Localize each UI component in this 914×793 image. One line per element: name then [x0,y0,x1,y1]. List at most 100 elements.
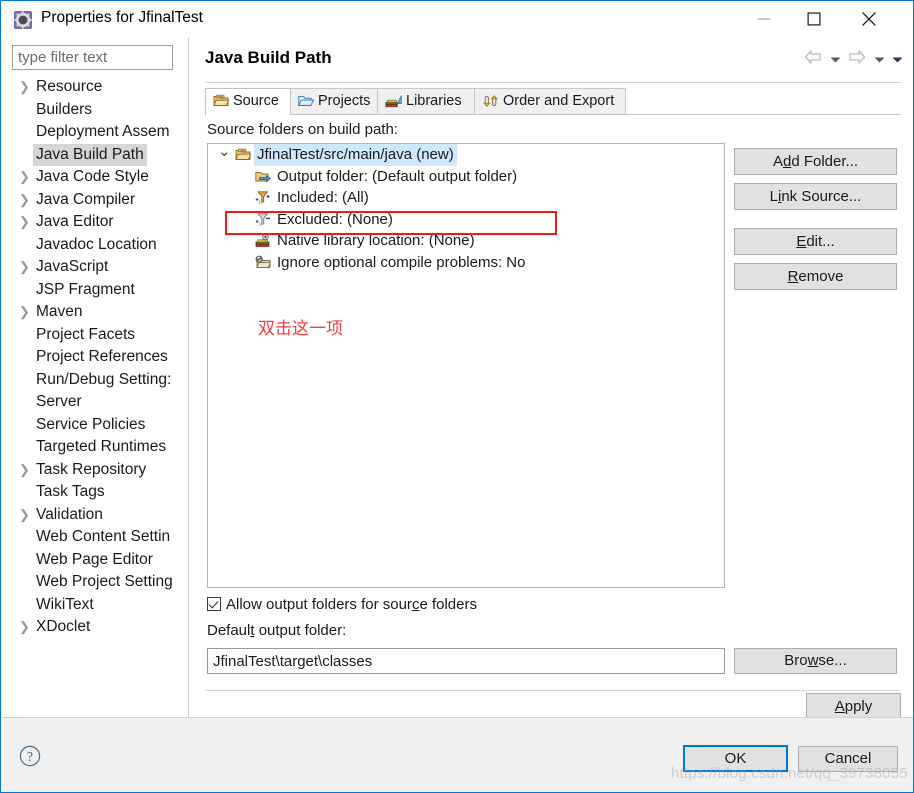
sidebar-item-label: Server [36,393,82,410]
sidebar-item-xdoclet[interactable]: ❯ XDoclet [2,616,188,639]
sidebar-item-label: Deployment Assem [36,123,170,140]
maximize-button[interactable] [791,1,837,37]
help-question-icon[interactable]: ? [19,745,41,767]
page-navigation [801,50,903,72]
sidebar-item-task-repository[interactable]: ❯ Task Repository [2,459,188,482]
sidebar-item-resource[interactable]: ❯ Resource [2,76,188,99]
apply-separator [205,690,901,691]
properties-dialog: Properties for JfinalTest ❯ Resource Build… [0,0,914,793]
tab-projects[interactable]: Projects [290,88,378,114]
allow-output-folders-row[interactable]: Allow output folders for source folders [207,596,477,613]
sidebar-item-label: Targeted Runtimes [36,438,167,455]
tree-row[interactable]: 1 Included: (All) [208,187,724,209]
sidebar-item-java-code-style[interactable]: ❯ Java Code Style [2,166,188,189]
back-arrow-icon[interactable] [804,50,822,69]
sidebar-item-builders[interactable]: Builders [2,99,188,122]
sidebar-item-server[interactable]: Server [2,391,188,414]
tree-row[interactable]: 1 Excluded: (None) [208,209,724,231]
sidebar-item-label: JavaScript [36,258,109,275]
sidebar-item-javascript[interactable]: ❯ JavaScript [2,256,188,279]
forward-arrow-icon[interactable] [848,50,866,69]
sidebar-item-label: Builders [36,100,92,118]
chevron-right-icon[interactable]: ❯ [19,459,30,482]
sidebar-item-java-editor[interactable]: ❯ Java Editor [2,211,188,234]
tree-row[interactable]: Ignore optional compile problems: No [208,252,724,274]
chevron-right-icon[interactable]: ❯ [19,256,30,279]
default-output-folder-input[interactable] [207,648,725,674]
tab-source[interactable]: Source [205,88,291,115]
sidebar-item-label: Validation [36,505,103,523]
sidebar-item-java-build-path[interactable]: Java Build Path [2,143,188,166]
sidebar-item-maven[interactable]: ❯ Maven [2,301,188,324]
sidebar-item-label: Web Page Editor [36,550,153,568]
settings-tree[interactable]: ❯ Resource Builders Deployment Assem Java Bu… [2,76,188,701]
sidebar-item-label: Java Editor [36,213,114,230]
page-menu-icon[interactable] [892,51,903,69]
chevron-right-icon[interactable]: ❯ [19,301,30,324]
chevron-right-icon[interactable]: ❯ [19,504,30,527]
header-separator [205,82,901,83]
default-output-folder-label: Default output folder: [207,622,347,639]
page-title: Java Build Path [205,48,332,67]
properties-gear-icon [13,10,33,30]
sidebar-item-targeted-runtimes[interactable]: Targeted Runtimes [2,436,188,459]
remove-button[interactable]: Remove [734,263,897,290]
link-source-button[interactable]: Link Source... [734,183,897,210]
sidebar-item-service-policies[interactable]: Service Policies [2,414,188,437]
sidebar-item-java-compiler[interactable]: ❯ Java Compiler [2,189,188,212]
ok-button[interactable]: OK [683,745,788,772]
sidebar-item-jsp-fragment[interactable]: JSP Fragment [2,279,188,302]
sidebar-item-javadoc-location[interactable]: Javadoc Location [2,234,188,257]
tree-row-label: Ignore optional compile problems: No [277,253,526,271]
sidebar-item-run-debug-setting[interactable]: Run/Debug Setting: [2,369,188,392]
source-folders-label-text: Source folders on build path: [207,121,398,138]
minimize-button[interactable] [741,1,787,37]
source-folders-tree[interactable]: ⌄ JfinalTest/src/main/java (new) Output fo… [207,143,725,588]
edit-button[interactable]: Edit... [734,228,897,255]
sidebar-item-task-tags[interactable]: Task Tags [2,481,188,504]
chevron-right-icon[interactable]: ❯ [19,616,30,639]
forward-dropdown-icon[interactable] [874,51,885,69]
sidebar-item-label: Task Tags [36,483,105,500]
annotation-text: 双击这一项 [258,319,343,339]
tab-label: Projects [318,93,371,109]
sidebar-item-web-page-editor[interactable]: Web Page Editor [2,549,188,572]
apply-button[interactable]: Apply [806,693,901,720]
back-dropdown-icon[interactable] [830,51,841,69]
allow-output-folders-checkbox[interactable] [207,597,221,611]
sidebar-item-validation[interactable]: ❯ Validation [2,504,188,527]
sidebar-item-label: Web Project Setting [36,573,173,590]
sidebar-item-label: JSP Fragment [36,280,135,298]
sidebar-item-label: Java Code Style [36,168,149,185]
sidebar-item-label: WikiText [36,595,94,613]
sidebar-item-web-project-setting[interactable]: Web Project Setting [2,571,188,594]
sidebar-item-web-content-settin[interactable]: Web Content Settin [2,526,188,549]
sidebar-item-deployment-assem[interactable]: Deployment Assem [2,121,188,144]
sidebar-item-project-facets[interactable]: Project Facets [2,324,188,347]
tab-libraries[interactable]: Libraries [377,88,475,114]
title-bar: Properties for JfinalTest [1,1,913,38]
tree-row[interactable]: Native library location: (None) [208,230,724,252]
sidebar-item-wikitext[interactable]: WikiText [2,594,188,617]
browse-button[interactable]: Browse... [734,648,897,674]
sidebar-item-label: Java Build Path [33,143,147,166]
add-folder-button[interactable]: Add Folder... [734,148,897,175]
close-button[interactable] [846,1,892,37]
tree-row[interactable]: Output folder: (Default output folder) [208,166,724,188]
chevron-down-icon[interactable]: ⌄ [218,144,231,163]
tree-row-label: JfinalTest/src/main/java (new) [254,144,457,166]
chevron-right-icon[interactable]: ❯ [19,189,30,212]
filter-input[interactable] [12,45,173,70]
sidebar-item-label: XDoclet [36,618,91,635]
sidebar-item-project-references[interactable]: Project References [2,346,188,369]
tab-order-and-export[interactable]: Order and Export [474,88,626,114]
cancel-button[interactable]: Cancel [798,746,898,772]
dialog-footer: ? OK Cancel [2,717,913,792]
window-title: Properties for JfinalTest [41,9,203,26]
sidebar-item-label: Web Content Settin [36,528,171,545]
chevron-right-icon[interactable]: ❯ [19,166,30,189]
java-build-path-page: Java Build Path Source Projects Librarie… [189,38,913,720]
chevron-right-icon[interactable]: ❯ [19,76,30,99]
tree-row[interactable]: ⌄ JfinalTest/src/main/java (new) [208,144,724,166]
chevron-right-icon[interactable]: ❯ [19,211,30,234]
